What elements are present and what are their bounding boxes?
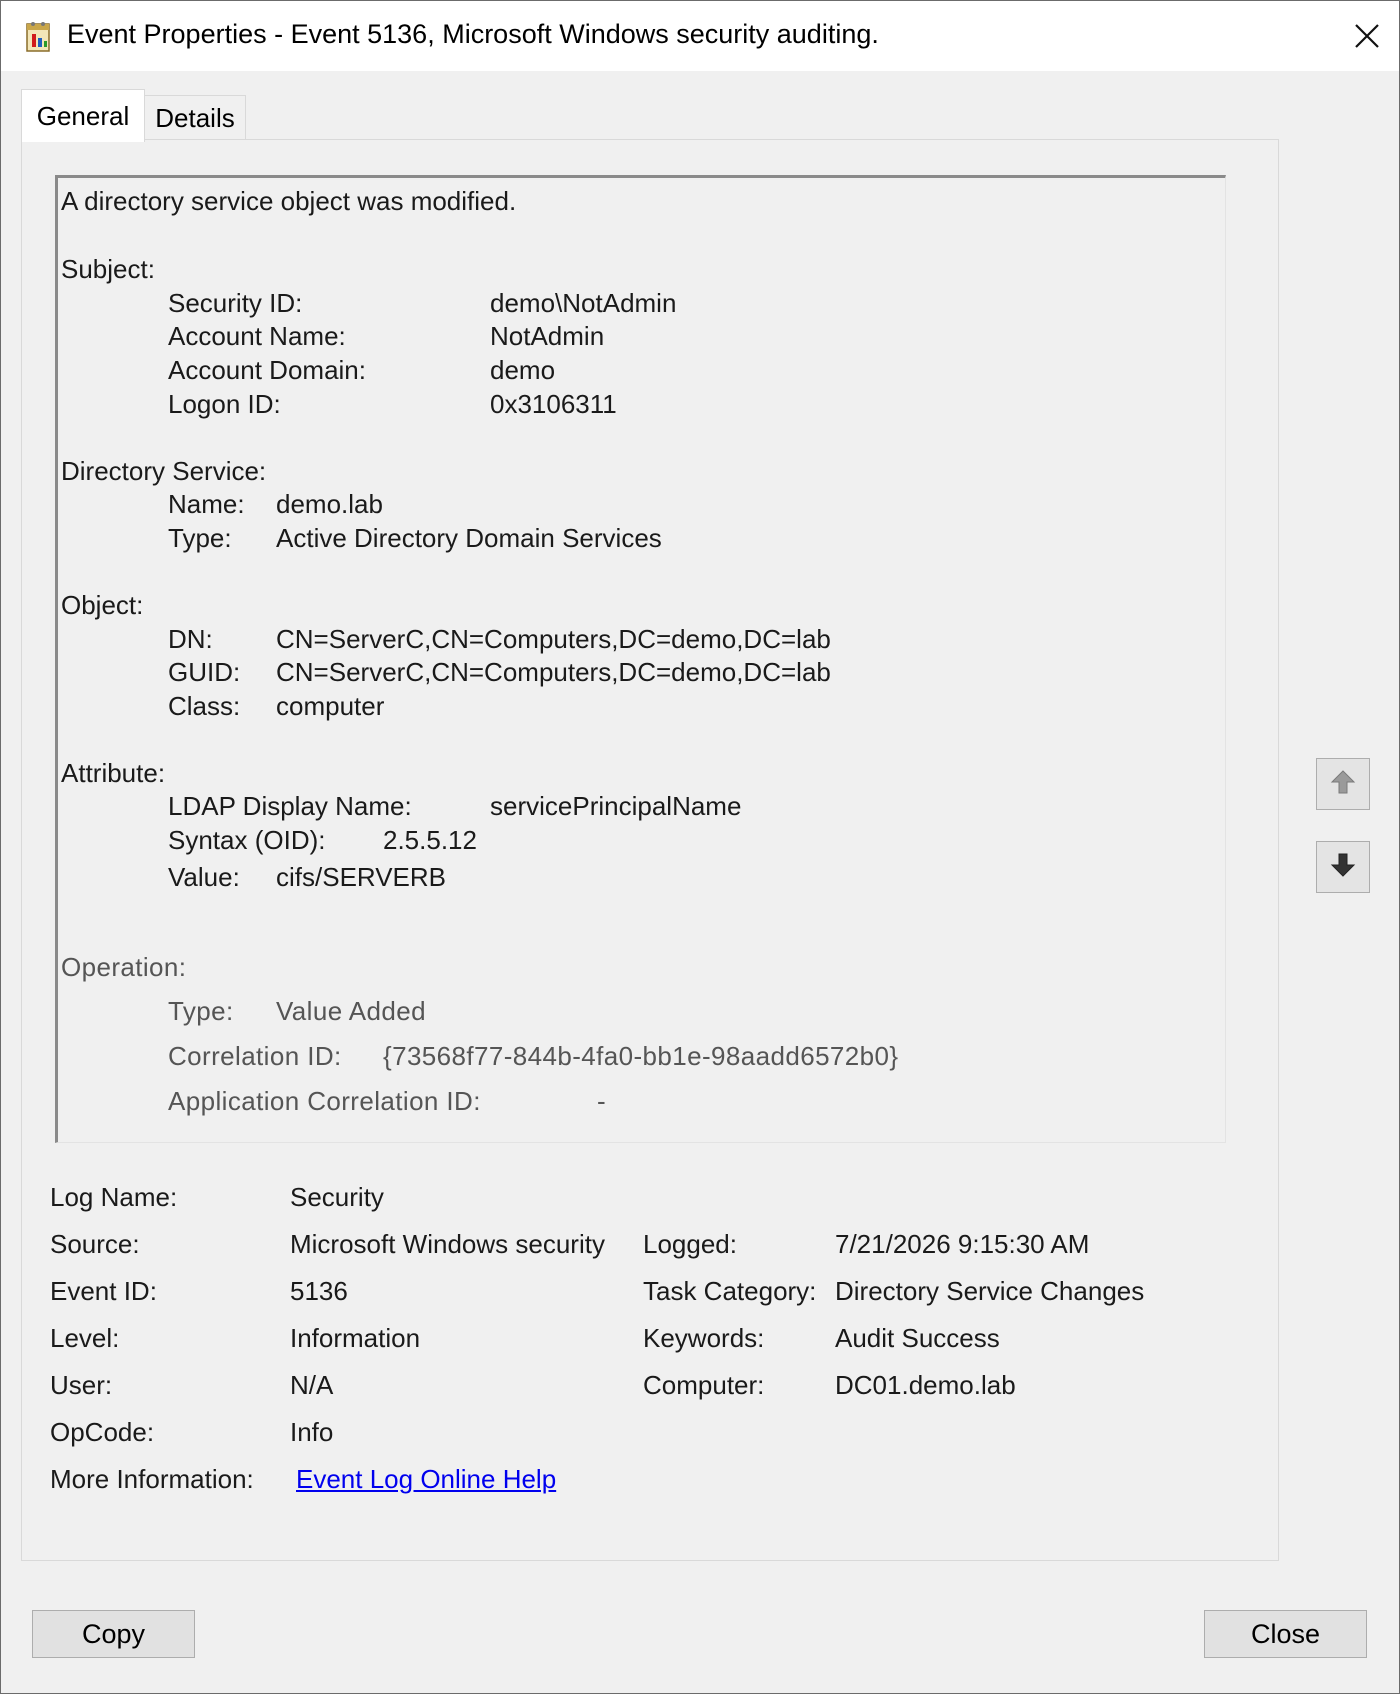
close-button[interactable]: Close — [1204, 1610, 1367, 1658]
title-bar: Event Properties - Event 5136, Microsoft… — [1, 1, 1399, 71]
source-value: Microsoft Windows security — [290, 1229, 605, 1259]
event-properties-dialog: Event Properties - Event 5136, Microsoft… — [0, 0, 1400, 1694]
object-class-label: Class: — [168, 691, 241, 721]
ds-name-label: Name: — [168, 489, 245, 519]
logon-id-value: 0x3106311 — [490, 389, 617, 419]
subject-heading: Subject: — [61, 254, 155, 284]
log-name-value: Security — [290, 1182, 384, 1212]
account-name-label: Account Name: — [168, 321, 346, 351]
correlation-id-label: Correlation ID: — [168, 1041, 342, 1071]
app-correlation-id-label: Application Correlation ID: — [168, 1086, 481, 1116]
source-label: Source: — [50, 1229, 140, 1259]
keywords-value: Audit Success — [835, 1323, 1000, 1353]
previous-event-button[interactable] — [1316, 758, 1370, 810]
object-guid-value: CN=ServerC,CN=Computers,DC=demo,DC=lab — [276, 657, 831, 687]
computer-label: Computer: — [643, 1370, 765, 1400]
window-title: Event Properties - Event 5136, Microsoft… — [67, 19, 879, 49]
app-correlation-id-value: - — [597, 1086, 607, 1116]
logon-id-label: Logon ID: — [168, 389, 281, 419]
event-log-icon — [23, 20, 53, 52]
arrow-up-icon — [1329, 768, 1357, 801]
object-dn-label: DN: — [168, 624, 213, 654]
operation-heading: Operation: — [61, 952, 187, 982]
attribute-heading: Attribute: — [61, 758, 166, 788]
copy-button[interactable]: Copy — [32, 1610, 195, 1658]
ldap-name-value: servicePrincipalName — [490, 791, 742, 821]
logged-value: 7/21/2026 9:15:30 AM — [835, 1229, 1090, 1259]
object-guid-label: GUID: — [168, 657, 241, 687]
keywords-label: Keywords: — [643, 1323, 765, 1353]
object-dn-value: CN=ServerC,CN=Computers,DC=demo,DC=lab — [276, 624, 831, 654]
task-category-value: Directory Service Changes — [835, 1276, 1145, 1306]
ds-name-value: demo.lab — [276, 489, 383, 519]
opcode-value: Info — [290, 1417, 334, 1447]
arrow-down-icon — [1329, 851, 1357, 884]
event-id-label: Event ID: — [50, 1276, 157, 1306]
level-value: Information — [290, 1323, 421, 1353]
account-domain-label: Account Domain: — [168, 355, 366, 385]
attribute-value-label: Value: — [168, 862, 240, 892]
user-value: N/A — [290, 1370, 334, 1400]
tab-details[interactable]: Details — [144, 95, 246, 140]
event-id-value: 5136 — [290, 1276, 348, 1306]
description-headline: A directory service object was modified. — [61, 186, 517, 216]
attribute-value: cifs/SERVERB — [276, 862, 447, 892]
task-category-label: Task Category: — [643, 1276, 817, 1306]
close-icon[interactable] — [1341, 11, 1393, 61]
next-event-button[interactable] — [1316, 841, 1370, 893]
directory-service-heading: Directory Service: — [61, 456, 267, 486]
ldap-name-label: LDAP Display Name: — [168, 791, 412, 821]
object-class-value: computer — [276, 691, 385, 721]
correlation-id-value: {73568f77-844b-4fa0-bb1e-98aadd6572b0} — [383, 1041, 899, 1071]
operation-type-label: Type: — [168, 996, 234, 1026]
operation-type-value: Value Added — [276, 996, 426, 1026]
tab-general[interactable]: General — [21, 89, 145, 142]
logged-label: Logged: — [643, 1229, 737, 1259]
event-log-online-help-link[interactable]: Event Log Online Help — [296, 1464, 556, 1495]
security-id-value: demo\NotAdmin — [490, 288, 677, 318]
ds-type-label: Type: — [168, 523, 232, 553]
account-name-value: NotAdmin — [490, 321, 605, 351]
user-label: User: — [50, 1370, 113, 1400]
account-domain-value: demo — [490, 355, 556, 385]
syntax-oid-label: Syntax (OID): — [168, 825, 326, 855]
object-heading: Object: — [61, 590, 144, 620]
security-id-label: Security ID: — [168, 288, 303, 318]
opcode-label: OpCode: — [50, 1417, 155, 1447]
ds-type-value: Active Directory Domain Services — [276, 523, 662, 553]
computer-value: DC01.demo.lab — [835, 1370, 1016, 1400]
more-information-label: More Information: — [50, 1464, 254, 1494]
syntax-oid-value: 2.5.5.12 — [383, 825, 477, 855]
level-label: Level: — [50, 1323, 120, 1353]
log-name-label: Log Name: — [50, 1182, 178, 1212]
